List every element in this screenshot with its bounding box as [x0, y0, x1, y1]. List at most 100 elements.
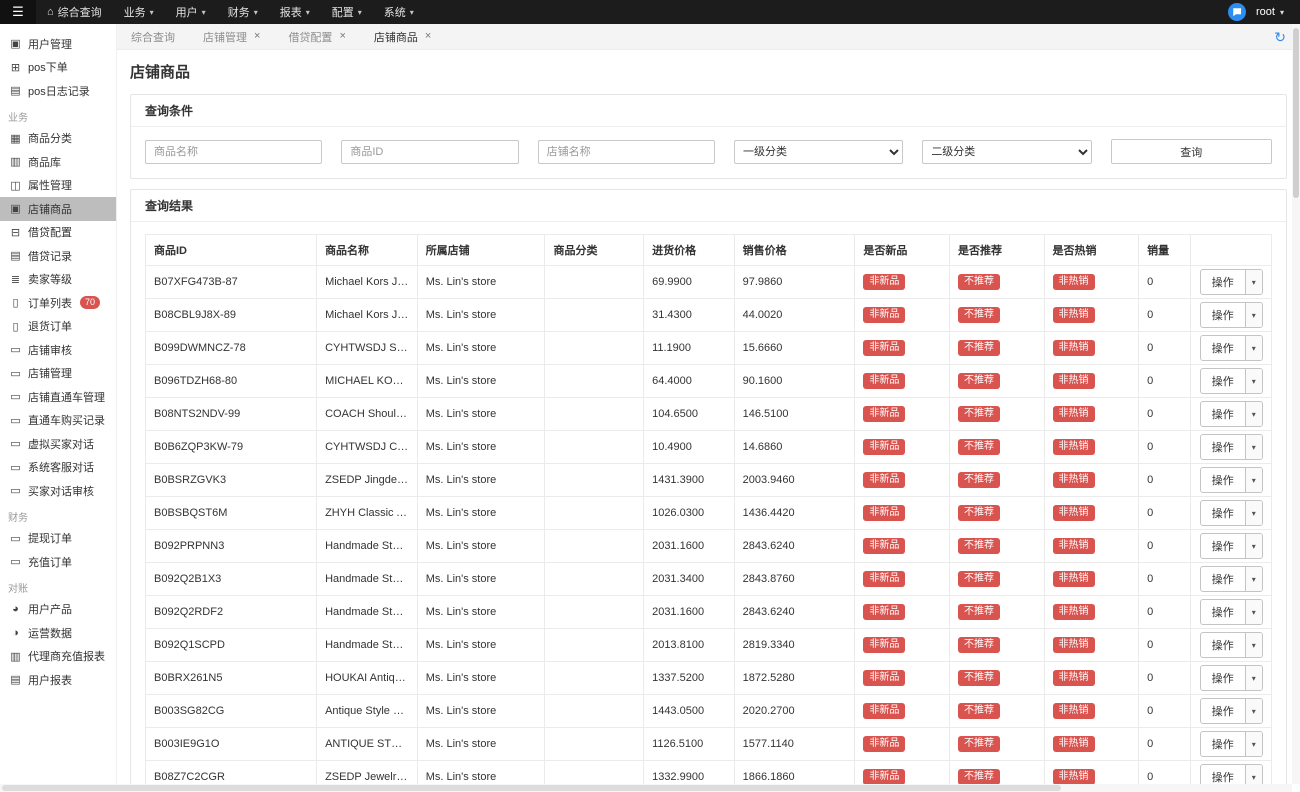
tab-close-icon[interactable]: × [254, 31, 260, 42]
loan-record-icon: ▤ [9, 249, 22, 262]
sidebar-item[interactable]: ▭直通车购买记录 [0, 409, 116, 433]
sidebar-item[interactable]: ◑运营数据 [0, 621, 116, 645]
sidebar-item-label: 买家对话审核 [28, 483, 94, 499]
sidebar-item[interactable]: ▭提现订单 [0, 527, 116, 551]
action-dropdown-caret[interactable]: ▾ [1246, 501, 1262, 525]
sidebar-item[interactable]: ▯订单列表70 [0, 291, 116, 315]
topnav-item[interactable]: ⌂综合查询 [36, 0, 113, 24]
tab[interactable]: 店铺管理× [203, 29, 260, 45]
action-dropdown-caret[interactable]: ▾ [1246, 633, 1262, 657]
topnav-item[interactable]: 财务▾ [217, 0, 269, 24]
tab-close-icon[interactable]: × [425, 31, 431, 42]
cell-category [545, 596, 644, 629]
user-menu[interactable]: root ▾ [1256, 6, 1284, 18]
action-dropdown-caret[interactable]: ▾ [1246, 468, 1262, 492]
product-id-input[interactable] [341, 140, 518, 164]
action-dropdown-caret[interactable]: ▾ [1246, 699, 1262, 723]
action-dropdown-caret[interactable]: ▾ [1246, 534, 1262, 558]
sidebar-item-label: 用户产品 [28, 601, 72, 617]
column-header: 所属店铺 [417, 235, 545, 266]
vertical-scrollbar[interactable] [1292, 24, 1300, 784]
topnav-item[interactable]: 用户▾ [165, 0, 217, 24]
topnav-item[interactable]: 报表▾ [269, 0, 321, 24]
chat-icon[interactable] [1228, 3, 1246, 21]
cell-is-recommend: 不推荐 [949, 398, 1044, 431]
action-button[interactable]: 操作▾ [1200, 665, 1263, 691]
action-dropdown-caret[interactable]: ▾ [1246, 303, 1262, 327]
action-dropdown-caret[interactable]: ▾ [1246, 666, 1262, 690]
sidebar-item[interactable]: ▦商品分类 [0, 127, 116, 151]
cell-sale-price: 2003.9460 [734, 464, 855, 497]
action-button[interactable]: 操作▾ [1200, 335, 1263, 361]
not-recommend-badge: 不推荐 [958, 571, 1000, 587]
tab[interactable]: 店铺商品× [374, 29, 431, 45]
action-button[interactable]: 操作▾ [1200, 599, 1263, 625]
sidebar-item-badge: 70 [80, 296, 100, 309]
sidebar-item[interactable]: ◕用户产品 [0, 598, 116, 622]
search-button[interactable]: 查询 [1111, 139, 1272, 164]
action-button[interactable]: 操作▾ [1200, 632, 1263, 658]
action-button[interactable]: 操作▾ [1200, 401, 1263, 427]
cell-is-recommend: 不推荐 [949, 332, 1044, 365]
topnav-item[interactable]: 配置▾ [321, 0, 373, 24]
sidebar-item[interactable]: ▭店铺直通车管理 [0, 385, 116, 409]
refresh-icon[interactable]: ↻ [1274, 30, 1286, 44]
product-name-input[interactable] [145, 140, 322, 164]
action-button[interactable]: 操作▾ [1200, 566, 1263, 592]
action-dropdown-caret[interactable]: ▾ [1246, 435, 1262, 459]
sidebar-item-label: 运营数据 [28, 625, 72, 641]
sidebar-item[interactable]: ◫属性管理 [0, 174, 116, 198]
action-button[interactable]: 操作▾ [1200, 434, 1263, 460]
category-level2-select[interactable]: 二级分类 [922, 140, 1091, 164]
sidebar-item[interactable]: ▭买家对话审核 [0, 479, 116, 503]
action-dropdown-caret[interactable]: ▾ [1246, 402, 1262, 426]
action-button[interactable]: 操作▾ [1200, 698, 1263, 724]
sidebar-item[interactable]: ▯退货订单 [0, 315, 116, 339]
action-dropdown-caret[interactable]: ▾ [1246, 567, 1262, 591]
sidebar-item[interactable]: ⊟借贷配置 [0, 221, 116, 245]
action-dropdown-caret[interactable]: ▾ [1246, 732, 1262, 756]
sidebar-item[interactable]: ⊞pos下单 [0, 56, 116, 80]
action-button[interactable]: 操作▾ [1200, 731, 1263, 757]
store-name-input[interactable] [538, 140, 715, 164]
action-button[interactable]: 操作▾ [1200, 467, 1263, 493]
table-row: B0B6ZQP3KW-79CYHTWSDJ Clear Ba...Ms. Lin… [146, 431, 1272, 464]
horizontal-scrollbar-thumb[interactable] [2, 785, 1061, 791]
action-button[interactable]: 操作▾ [1200, 500, 1263, 526]
vertical-scrollbar-thumb[interactable] [1293, 28, 1299, 198]
sidebar-item[interactable]: ▤借贷记录 [0, 244, 116, 268]
cell-sales: 0 [1139, 662, 1191, 695]
action-button[interactable]: 操作▾ [1200, 302, 1263, 328]
tab[interactable]: 综合查询 [131, 29, 175, 45]
sidebar-item[interactable]: ▤用户报表 [0, 668, 116, 692]
action-button[interactable]: 操作▾ [1200, 269, 1263, 295]
cell-store: Ms. Lin's store [417, 431, 545, 464]
top-menu: ⌂综合查询业务▾用户▾财务▾报表▾配置▾系统▾ [36, 0, 425, 24]
action-dropdown-caret[interactable]: ▾ [1246, 270, 1262, 294]
hamburger-icon[interactable]: ☰ [0, 0, 36, 24]
sidebar-item[interactable]: ≣卖家等级 [0, 268, 116, 292]
sidebar-item[interactable]: ▭店铺管理 [0, 362, 116, 386]
sidebar-item[interactable]: ▭系统客服对话 [0, 456, 116, 480]
sidebar-item[interactable]: ▥代理商充值报表 [0, 645, 116, 669]
sidebar-item[interactable]: ▭店铺审核 [0, 338, 116, 362]
category-level1-select[interactable]: 一级分类 [734, 140, 903, 164]
tab[interactable]: 借贷配置× [288, 29, 345, 45]
sidebar-item[interactable]: ▭虚拟买家对话 [0, 432, 116, 456]
horizontal-scrollbar[interactable] [0, 784, 1292, 792]
query-form: 一级分类 二级分类 查询 [131, 127, 1286, 178]
action-button[interactable]: 操作▾ [1200, 533, 1263, 559]
action-dropdown-caret[interactable]: ▾ [1246, 336, 1262, 360]
tab-close-icon[interactable]: × [339, 31, 345, 42]
topnav-item[interactable]: 业务▾ [113, 0, 165, 24]
action-button[interactable]: 操作▾ [1200, 368, 1263, 394]
sidebar-item[interactable]: ▥商品库 [0, 150, 116, 174]
action-dropdown-caret[interactable]: ▾ [1246, 600, 1262, 624]
topnav-item[interactable]: 系统▾ [373, 0, 425, 24]
sidebar-item[interactable]: ▣用户管理 [0, 32, 116, 56]
sidebar-item[interactable]: ▭充值订单 [0, 550, 116, 574]
sidebar-item[interactable]: ▤pos日志记录 [0, 79, 116, 103]
action-button-label: 操作 [1201, 435, 1246, 459]
action-dropdown-caret[interactable]: ▾ [1246, 369, 1262, 393]
sidebar-item[interactable]: ▣店铺商品 [0, 197, 116, 221]
